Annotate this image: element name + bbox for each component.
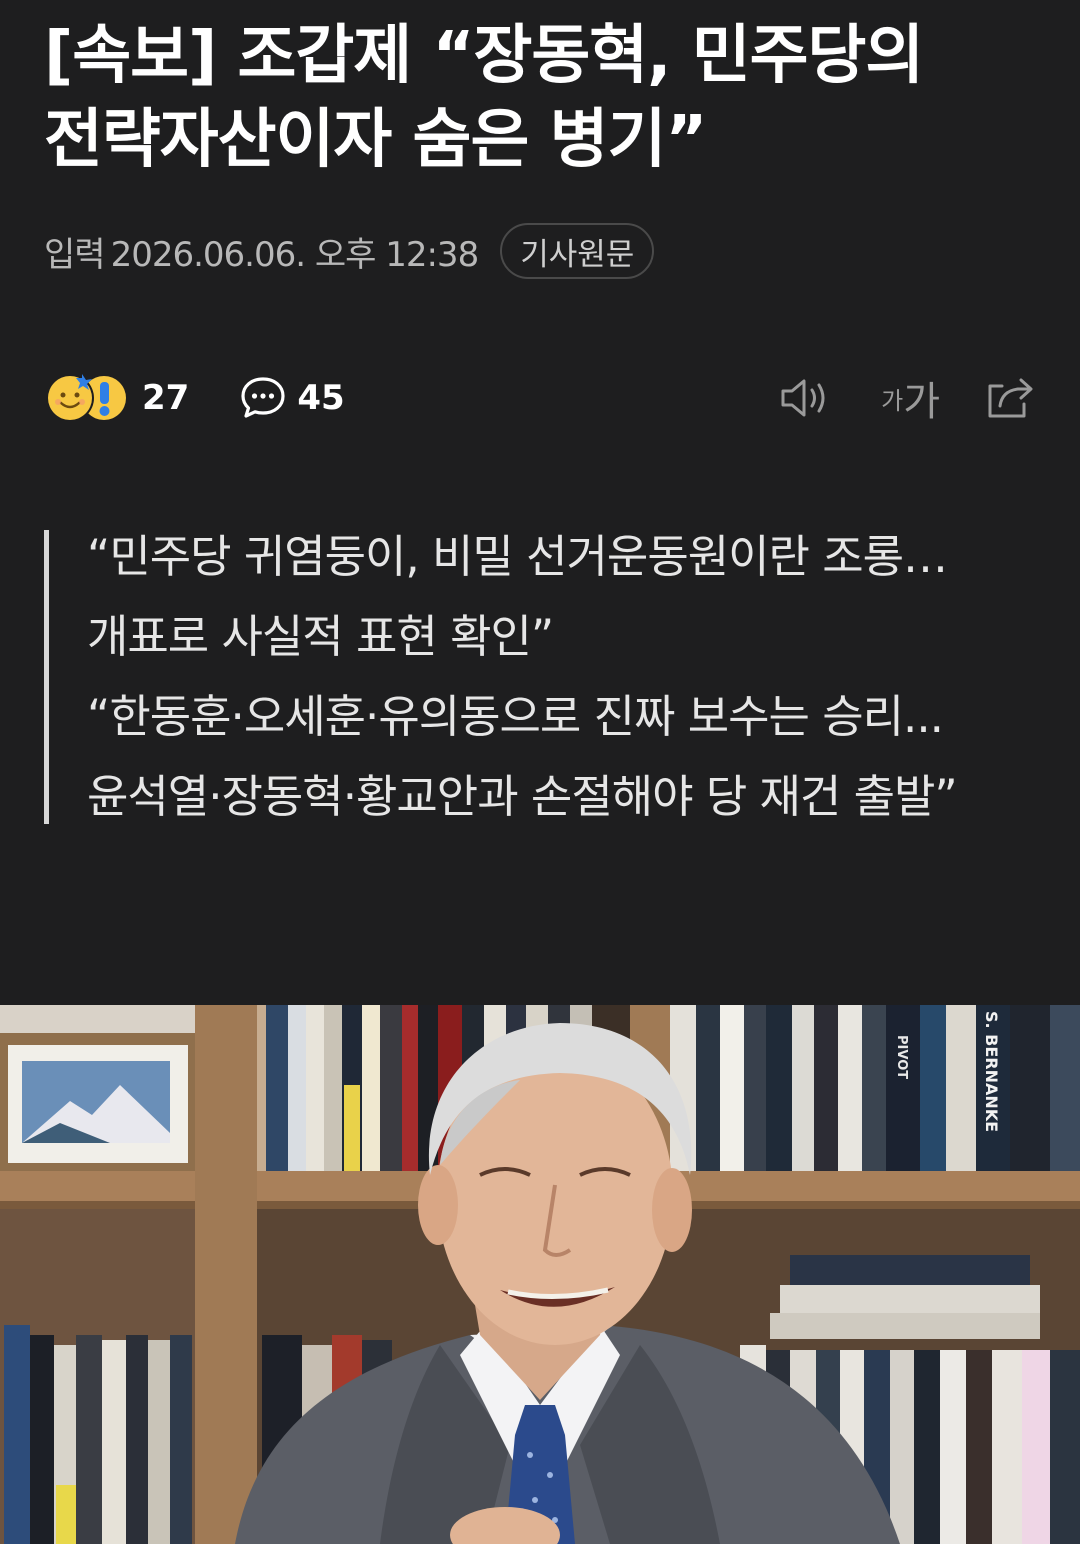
- reaction-count: 27: [142, 378, 190, 418]
- font-size-icon: 가: [881, 386, 904, 415]
- summary-line: “한동훈·오세훈·유의동으로 진짜 보수는 승리... 윤석열·장동혁·황교안과…: [87, 690, 958, 823]
- article-tools: 가 가: [779, 369, 1036, 427]
- smile-reaction-icon: [46, 374, 126, 422]
- article-meta: 입력 2026.06.06. 오후 12:38 기사원문: [44, 222, 655, 280]
- comment-count: 45: [297, 378, 345, 418]
- reaction-button[interactable]: 27: [44, 370, 189, 426]
- book-spine-pivot: PIVOT: [894, 1035, 909, 1079]
- publish-date: 2026.06.06. 오후 12:38: [110, 234, 480, 275]
- font-size-large-glyph: 가: [903, 379, 940, 425]
- book-spine-bernanke: S. BERNANKE: [982, 1011, 1001, 1132]
- summary-line: “민주당 귀염둥이, 비밀 선거운동원이란 조롱…개표로 사실적 표현 확인”: [87, 530, 948, 663]
- font-size-button[interactable]: 가 가: [881, 369, 940, 427]
- article-headline: [속보] 조갑제 “장동혁, 민주당의 전략자산이자 숨은 병기”: [44, 19, 924, 177]
- listen-button[interactable]: [779, 376, 831, 420]
- comment-button[interactable]: 45: [239, 374, 345, 422]
- reaction-emoji-stack: [44, 370, 134, 426]
- share-icon: [988, 378, 1033, 418]
- article-photo-image: PIVOT S. BERNANKE: [0, 1005, 1080, 1544]
- action-bar: 27 45 가 가: [44, 360, 1036, 436]
- article-photo: PIVOT S. BERNANKE: [0, 1005, 1080, 1544]
- original-article-button[interactable]: 기사원문: [500, 223, 655, 279]
- article-summary: “민주당 귀염둥이, 비밀 선거운동원이란 조롱…개표로 사실적 표현 확인” …: [44, 530, 1004, 824]
- input-label: 입력: [44, 234, 106, 275]
- share-button[interactable]: [984, 374, 1036, 422]
- comment-icon: [241, 377, 285, 418]
- speaker-icon: [781, 379, 825, 417]
